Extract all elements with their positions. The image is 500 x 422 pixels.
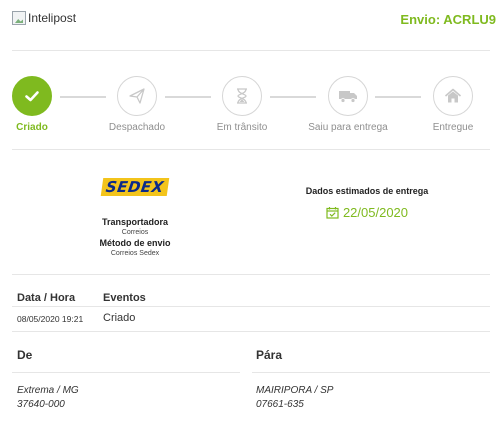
intelipost-logo: Intelipost (12, 11, 76, 25)
home-icon (444, 88, 462, 103)
step-label-out-for-delivery: Saiu para entrega (308, 122, 388, 133)
step-out-for-delivery (328, 76, 368, 116)
estimated-date-text: 22/05/2020 (342, 205, 409, 220)
destination-label: Pára (256, 348, 283, 362)
steps-divider (12, 149, 490, 150)
step-connector (375, 96, 421, 98)
events-divider (12, 331, 490, 332)
destination-zip: 07661-635 (256, 399, 304, 410)
origin-zip: 37640-000 (17, 399, 65, 410)
header: Intelipost Envio: ACRLU9 (0, 0, 500, 50)
header-divider (12, 50, 490, 51)
shipping-method-label: Método de envio (99, 238, 171, 248)
carrier-label: Transportadora (101, 217, 168, 227)
destination-city: MAIRIPORA / SP (256, 385, 334, 396)
estimated-delivery-date: 22/05/2020 (292, 205, 442, 220)
carrier-value: Correios (121, 229, 149, 236)
step-label-delivered: Entregue (432, 122, 474, 133)
shipping-method-value: Correios Sedex (110, 250, 160, 257)
logo-alt-text: Intelipost (28, 11, 77, 25)
step-in-transit (222, 76, 262, 116)
truck-icon (339, 91, 357, 103)
step-delivered (433, 76, 473, 116)
paper-plane-icon (129, 88, 145, 104)
check-icon (25, 91, 39, 102)
origin-city: Extrema / MG (17, 385, 79, 396)
sedex-logo: SEDEX (100, 178, 170, 196)
step-label-in-transit: Em trânsito (216, 122, 268, 133)
info-divider (12, 274, 490, 275)
origin-divider (12, 372, 240, 373)
step-created (12, 76, 52, 116)
carrier-info: SEDEX Transportadora Correios Método de … (60, 178, 210, 257)
event-datetime: 08/05/2020 19:21 (17, 314, 84, 324)
hourglass-icon (237, 88, 247, 104)
shipment-id: Envio: ACRLU9 (400, 12, 496, 27)
step-connector (165, 96, 211, 98)
events-header-datetime: Data / Hora (17, 292, 76, 304)
event-name: Criado (103, 312, 136, 324)
step-connector (60, 96, 106, 98)
step-connector (270, 96, 316, 98)
estimated-delivery: Dados estimados de entrega 22/05/2020 (292, 186, 442, 220)
estimated-delivery-title: Dados estimados de entrega (305, 186, 429, 196)
calendar-check-icon (326, 207, 339, 219)
broken-image-icon (12, 11, 26, 25)
events-header-divider (12, 306, 490, 307)
step-dispatched (117, 76, 157, 116)
step-label-created: Criado (16, 122, 48, 133)
origin-label: De (17, 348, 33, 362)
step-label-dispatched: Despachado (108, 122, 166, 133)
events-header-event: Eventos (103, 292, 146, 304)
tracking-progress: Criado Despachado Em trânsito Saiu para … (0, 76, 500, 136)
destination-divider (252, 372, 490, 373)
